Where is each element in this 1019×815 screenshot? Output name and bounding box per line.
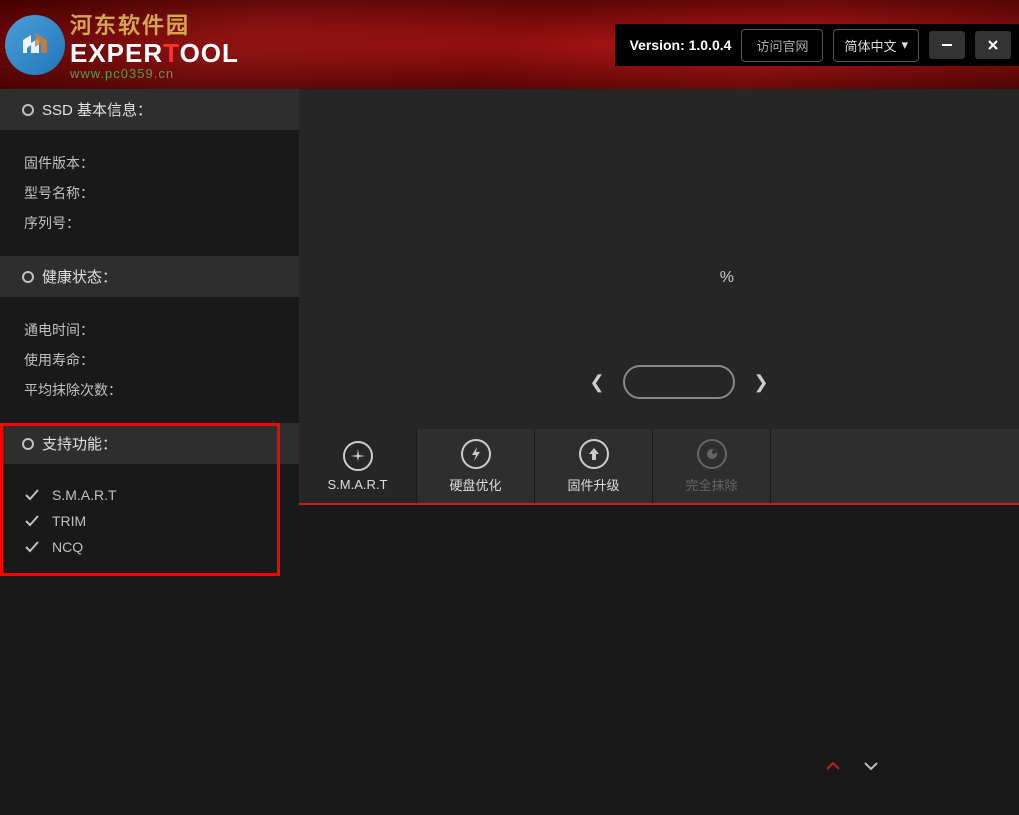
app-name: EXPERTOOL [70, 40, 239, 66]
chevron-down-icon [863, 760, 879, 772]
minimize-icon [940, 38, 954, 52]
version-label: Version: 1.0.0.4 [629, 37, 731, 53]
info-row: 序列号： [24, 208, 275, 238]
info-row: 固件版本： [24, 148, 275, 178]
watermark-url: www.pc0359.cn [70, 66, 239, 81]
highlight-box [0, 423, 280, 576]
scroll-arrows [825, 759, 879, 777]
tab-erase[interactable]: 完全抹除 [653, 429, 771, 503]
logo-area: 河东软件园 EXPERTOOL www.pc0359.cn [5, 8, 239, 81]
section-body-basic-info: 固件版本： 型号名称： 序列号： [0, 130, 299, 256]
erase-icon [697, 439, 727, 469]
section-header-basic-info: SSD 基本信息： [0, 89, 299, 130]
section-body-health: 通电时间： 使用寿命： 平均抹除次数： [0, 297, 299, 423]
section-title: SSD 基本信息： [42, 99, 152, 120]
scroll-up-button[interactable] [825, 759, 841, 777]
info-row: 平均抹除次数： [24, 375, 275, 405]
bullet-icon [22, 104, 34, 116]
tabs: S.M.A.R.T 硬盘优化 固件升级 完全抹除 [299, 429, 1019, 505]
info-row: 型号名称： [24, 178, 275, 208]
minimize-button[interactable] [929, 31, 965, 59]
gauge-area: % ❮ ❯ [299, 89, 1019, 429]
chevron-up-icon [825, 760, 841, 772]
pager-prev-button[interactable]: ❮ [589, 372, 605, 393]
bullet-icon [22, 271, 34, 283]
tab-label: 硬盘优化 [449, 475, 501, 494]
scroll-down-button[interactable] [863, 759, 879, 777]
close-icon [986, 38, 1000, 52]
visit-official-button[interactable]: 访问官网 [741, 29, 823, 62]
tab-label: S.M.A.R.T [328, 477, 388, 492]
info-row: 使用寿命： [24, 345, 275, 375]
section-header-health: 健康状态： [0, 256, 299, 297]
main-area: SSD 基本信息： 固件版本： 型号名称： 序列号： 健康状态： 通电时间： 使… [0, 89, 1019, 815]
language-select[interactable]: 简体中文 ▾ [833, 29, 919, 62]
section-title: 健康状态： [42, 266, 117, 287]
logo-icon [5, 15, 65, 75]
lower-area [299, 505, 1019, 815]
content-area: % ❮ ❯ S.M.A.R.T 硬盘优化 [299, 89, 1019, 815]
header-bar: 河东软件园 EXPERTOOL www.pc0359.cn Version: 1… [0, 0, 1019, 89]
upload-icon [579, 439, 609, 469]
tab-firmware[interactable]: 固件升级 [535, 429, 653, 503]
pager-next-button[interactable]: ❯ [753, 372, 769, 393]
percent-symbol: % [720, 269, 734, 287]
tab-optimize[interactable]: 硬盘优化 [417, 429, 535, 503]
info-row: 通电时间： [24, 315, 275, 345]
language-label: 简体中文 [844, 36, 896, 55]
chevron-down-icon: ▾ [901, 37, 908, 53]
pager: ❮ ❯ [589, 365, 769, 399]
sidebar: SSD 基本信息： 固件版本： 型号名称： 序列号： 健康状态： 通电时间： 使… [0, 89, 299, 815]
pager-indicator[interactable] [623, 365, 735, 399]
close-button[interactable] [975, 31, 1011, 59]
bolt-icon [461, 439, 491, 469]
header-controls: Version: 1.0.0.4 访问官网 简体中文 ▾ [615, 24, 1019, 66]
tab-label: 完全抹除 [685, 475, 737, 494]
tab-label: 固件升级 [567, 475, 619, 494]
tab-smart[interactable]: S.M.A.R.T [299, 429, 417, 503]
watermark-cn: 河东软件园 [70, 8, 239, 40]
plane-icon [343, 441, 373, 471]
